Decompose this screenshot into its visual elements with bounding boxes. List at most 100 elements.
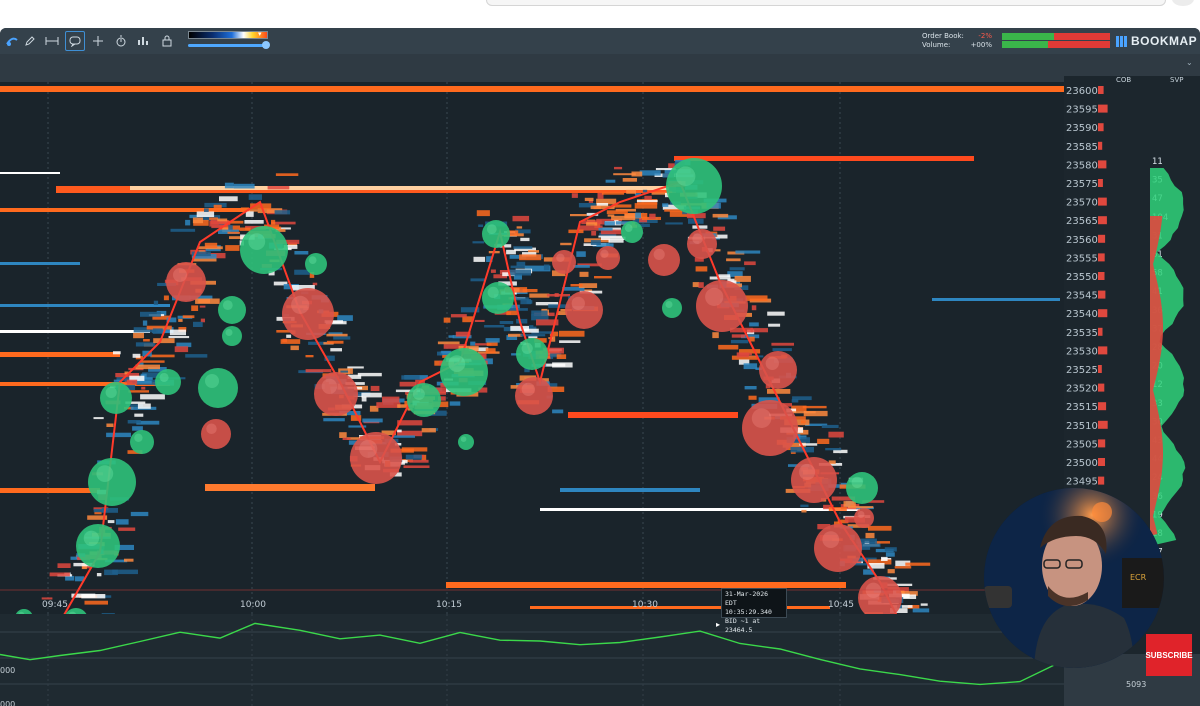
heatmap-cell (200, 318, 205, 323)
bubble-highlight (206, 423, 217, 434)
heatmap-color-scale[interactable] (188, 31, 268, 39)
price-ladder-label: 23555 (1066, 253, 1098, 264)
heatmap-cell (881, 556, 888, 561)
heatmap-cell (473, 256, 486, 262)
heatmap-cell (128, 390, 149, 393)
cob-ask-bar (1098, 346, 1108, 355)
price-ladder-label: 23590 (1066, 123, 1098, 134)
heatmap-cell (868, 525, 892, 531)
pencil-icon[interactable] (20, 31, 40, 51)
indicators-icon[interactable] (134, 31, 154, 51)
heatmap-cell (751, 305, 757, 311)
heatmap-cell (478, 224, 484, 227)
heatmap-cell (140, 360, 165, 363)
sell-volume-bubble (201, 419, 231, 449)
price-ladder-label: 23520 (1066, 384, 1098, 395)
heatmap-cell (153, 338, 175, 344)
heatmap-chart[interactable] (0, 82, 1064, 630)
bubble-highlight (83, 530, 100, 546)
heatmap-cell (185, 219, 191, 226)
time-axis-label: 10:45 (828, 600, 854, 610)
bubble-highlight (105, 386, 117, 398)
time-axis-label: 10:00 (240, 600, 266, 610)
heatmap-cell (347, 366, 364, 369)
price-ladder-label: 23570 (1066, 198, 1098, 209)
buy-volume-bubble (621, 221, 643, 243)
cob-ask-bar (1098, 309, 1108, 318)
price-ladder-label: 23585 (1066, 142, 1098, 153)
contrast-slider[interactable] (188, 44, 268, 47)
heatmap-cell (570, 284, 583, 287)
heatmap-cell (692, 282, 699, 288)
subscribe-button[interactable]: SUBSCRIBE (1145, 634, 1193, 676)
lock-icon[interactable] (157, 31, 177, 51)
heatmap-cell (626, 189, 636, 194)
buy-volume-bubble (76, 524, 120, 568)
bookmap-logo-icon (1116, 35, 1127, 47)
heatmap-cell (382, 396, 400, 403)
heatmap-cell (448, 335, 454, 338)
heatmap-cell (521, 328, 539, 333)
heatmap-cell (57, 563, 71, 568)
order-book-labels: Order Book: Volume: (922, 32, 964, 50)
heatmap-cell (499, 321, 514, 325)
heatmap-cell (771, 342, 794, 346)
cob-ask-bar (1098, 104, 1108, 113)
indicator-panel[interactable]: 000 000 (0, 614, 1064, 706)
heatmap-cell (193, 321, 203, 327)
heatmap-cell (843, 501, 856, 507)
heatmap-cell (143, 339, 150, 342)
heatmap-cell (107, 520, 115, 524)
liquidity-line (130, 186, 670, 190)
heatmap-cell (598, 235, 623, 238)
crosshair-icon[interactable] (88, 31, 108, 51)
heatmap-cell (847, 506, 874, 509)
heatmap-cell (594, 276, 612, 279)
tooltip-time: 10:35:29.340 (725, 608, 772, 616)
heatmap-cell (639, 170, 661, 176)
heatmap-cell (718, 344, 739, 350)
volume-label: Volume: (922, 41, 951, 49)
heatmap-cell (543, 363, 566, 367)
heatmap-cell (590, 240, 601, 245)
stopwatch-icon[interactable] (111, 31, 131, 51)
heatmap-cell (529, 293, 550, 298)
order-book-bid-bar (1002, 33, 1054, 40)
heatmap-cell (49, 572, 70, 577)
measure-icon[interactable] (42, 31, 62, 51)
indicator-line (0, 622, 1061, 686)
heatmap-cell (695, 266, 708, 272)
logo-icon[interactable] (2, 31, 22, 51)
heatmap-cell (485, 338, 500, 343)
volume-buy-bar (1002, 41, 1048, 48)
heatmap-cell (614, 166, 623, 170)
bubble-highlight (205, 374, 219, 388)
chevron-down-icon[interactable]: ▾ (258, 30, 268, 40)
bubble-highlight (173, 268, 187, 282)
bubble-highlight (321, 378, 338, 394)
heatmap-cell (692, 225, 708, 229)
heatmap-canvas[interactable] (0, 82, 1064, 630)
cob-ask-bar (1098, 216, 1107, 225)
chat-icon[interactable] (65, 31, 85, 51)
heatmap-cell (606, 210, 628, 215)
buy-volume-bubble (482, 220, 510, 248)
price-ladder-label: 23565 (1066, 216, 1098, 227)
buy-volume-bubble (516, 338, 548, 370)
panel-collapse-icon[interactable]: ⌄ (1186, 58, 1193, 67)
heatmap-cell (519, 254, 542, 261)
contrast-slider-knob[interactable] (262, 41, 270, 49)
heatmap-cell (768, 323, 781, 327)
address-bar[interactable] (486, 0, 1166, 6)
bubble-highlight (675, 166, 696, 186)
profile-button[interactable] (1172, 0, 1194, 6)
heatmap-cell (185, 354, 208, 358)
price-ladder-label: 23560 (1066, 235, 1098, 246)
heatmap-cell (134, 413, 144, 417)
indicator-right-value: 5093 (1126, 680, 1147, 689)
heatmap-cell (579, 271, 589, 277)
liquidity-line (0, 304, 170, 307)
heatmap-cell (744, 386, 757, 390)
heatmap-cell (817, 438, 830, 444)
heatmap-cell (865, 532, 875, 539)
